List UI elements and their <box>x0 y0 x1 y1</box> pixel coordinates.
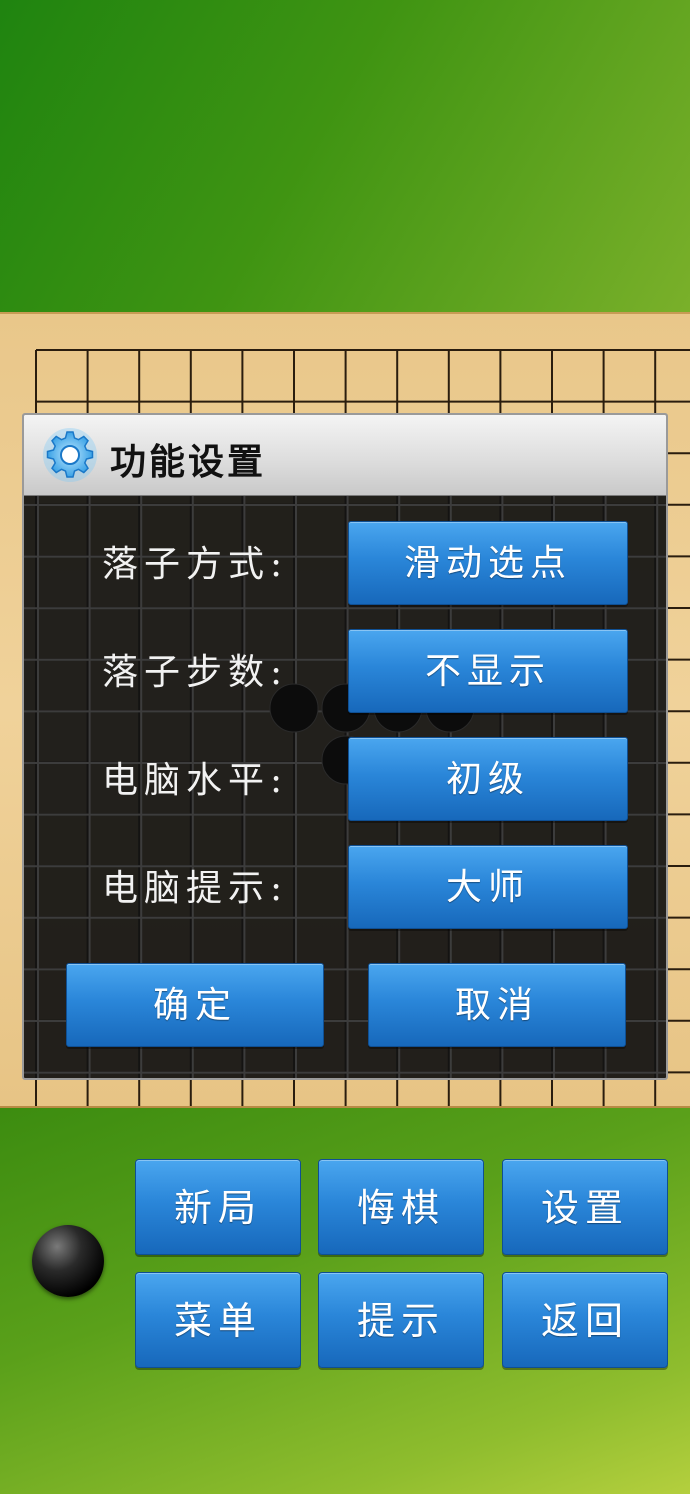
move-count-button[interactable]: 不显示 <box>348 629 628 713</box>
confirm-button[interactable]: 确定 <box>66 963 324 1047</box>
ai-hint-label: 电脑提示: <box>102 868 289 909</box>
settings-button[interactable]: 设置 <box>502 1159 668 1255</box>
cancel-button[interactable]: 取消 <box>368 963 626 1047</box>
move-count-label: 落子步数: <box>102 652 289 693</box>
menu-button[interactable]: 菜单 <box>135 1272 301 1368</box>
current-player-stone <box>32 1225 104 1297</box>
settings-dialog: 功能设置 落子方式: 滑动选点 落子步数: 不显示 电脑水平: 初级 电脑提示:… <box>22 413 668 1080</box>
back-button[interactable]: 返回 <box>502 1272 668 1368</box>
dialog-header: 功能设置 <box>24 415 666 496</box>
ai-hint-button[interactable]: 大师 <box>348 845 628 929</box>
hint-button[interactable]: 提示 <box>318 1272 484 1368</box>
ai-level-label: 电脑水平: <box>102 760 289 801</box>
drop-mode-label: 落子方式: <box>102 544 289 585</box>
undo-button[interactable]: 悔棋 <box>318 1159 484 1255</box>
dialog-title: 功能设置 <box>110 441 267 483</box>
drop-mode-button[interactable]: 滑动选点 <box>348 521 628 605</box>
new-game-button[interactable]: 新局 <box>135 1159 301 1255</box>
ai-level-button[interactable]: 初级 <box>348 737 628 821</box>
gear-icon <box>43 428 97 482</box>
top-banner-area <box>0 0 690 312</box>
